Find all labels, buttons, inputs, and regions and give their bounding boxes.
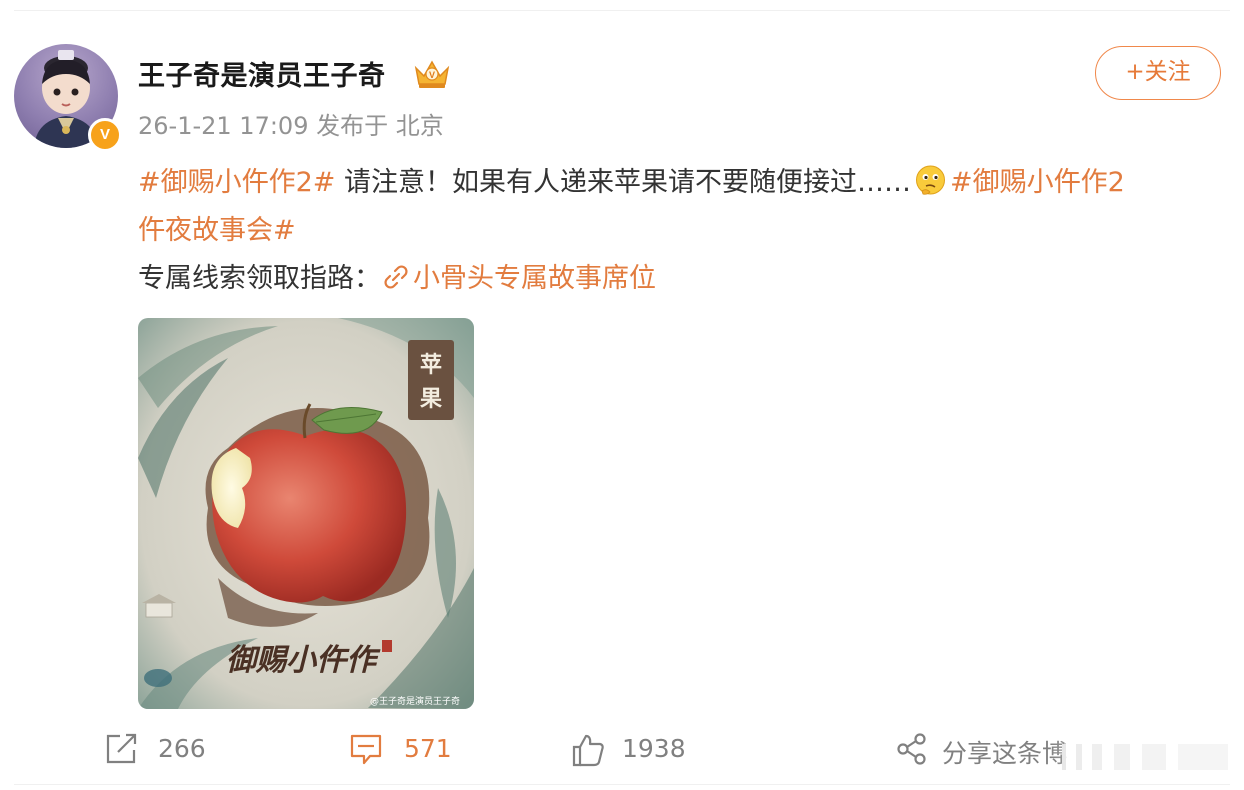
- share-overlay-bars: [1062, 744, 1228, 770]
- share-label: 分享这条博: [942, 739, 1068, 768]
- repost-icon: [106, 733, 137, 764]
- verified-badge: V: [88, 118, 122, 152]
- image-stamp-text-2: 果: [420, 386, 442, 412]
- image-calligraphy: 御赐小仵作: [226, 643, 381, 678]
- comment-button[interactable]: 571: [348, 730, 468, 770]
- link-icon: [384, 265, 408, 289]
- comment-icon: [350, 734, 382, 765]
- share-icon: [897, 733, 926, 765]
- post-meta: 26-1-21 17:09 发布于 北京: [138, 112, 444, 140]
- username[interactable]: 王子奇是演员王子奇: [138, 54, 386, 93]
- clue-link[interactable]: 小骨头专属故事席位: [381, 263, 656, 294]
- post-text-line-2: 仵夜故事会#: [138, 208, 296, 247]
- clue-link-text: 小骨头专属故事席位: [413, 263, 656, 294]
- crown-icon: V: [414, 60, 450, 88]
- image-stamp-text-1: 苹: [420, 352, 442, 378]
- post-text-line-1: #御赐小仵作2# 请注意！如果有人递来苹果请不要随便接过…… #御赐小仵作2: [138, 160, 1125, 199]
- hashtag-link-2[interactable]: #御赐小仵作2: [950, 167, 1125, 198]
- post-body-text: 请注意！如果有人递来苹果请不要随便接过……: [335, 167, 912, 198]
- like-count: 1938: [622, 734, 686, 763]
- bottom-divider: [14, 784, 1230, 785]
- post-text-line-3: 专属线索领取指路： 小骨头专属故事席位: [138, 256, 656, 295]
- post-image[interactable]: 苹 果 御赐小仵作 @王子奇是演员王子奇: [138, 318, 474, 709]
- avatar[interactable]: V: [14, 44, 122, 152]
- image-watermark: @王子奇是演员王子奇: [370, 695, 460, 707]
- svg-text:V: V: [429, 70, 435, 80]
- weibo-post: V 王子奇是演员王子奇 V 26-1-21 17:09 发布于 北京 +关注 #…: [0, 0, 1244, 790]
- top-divider: [14, 10, 1230, 11]
- clue-label: 专属线索领取指路：: [138, 263, 381, 294]
- repost-count: 266: [158, 734, 206, 763]
- hashtag-link-2-cont[interactable]: 仵夜故事会#: [138, 215, 296, 246]
- thinking-emoji-icon: [916, 165, 946, 195]
- like-button[interactable]: 1938: [570, 730, 710, 770]
- follow-button[interactable]: +关注: [1095, 46, 1221, 100]
- comment-count: 571: [404, 734, 452, 763]
- hashtag-link[interactable]: #御赐小仵作2#: [138, 167, 335, 198]
- like-icon: [572, 734, 604, 767]
- repost-button[interactable]: 266: [104, 730, 224, 770]
